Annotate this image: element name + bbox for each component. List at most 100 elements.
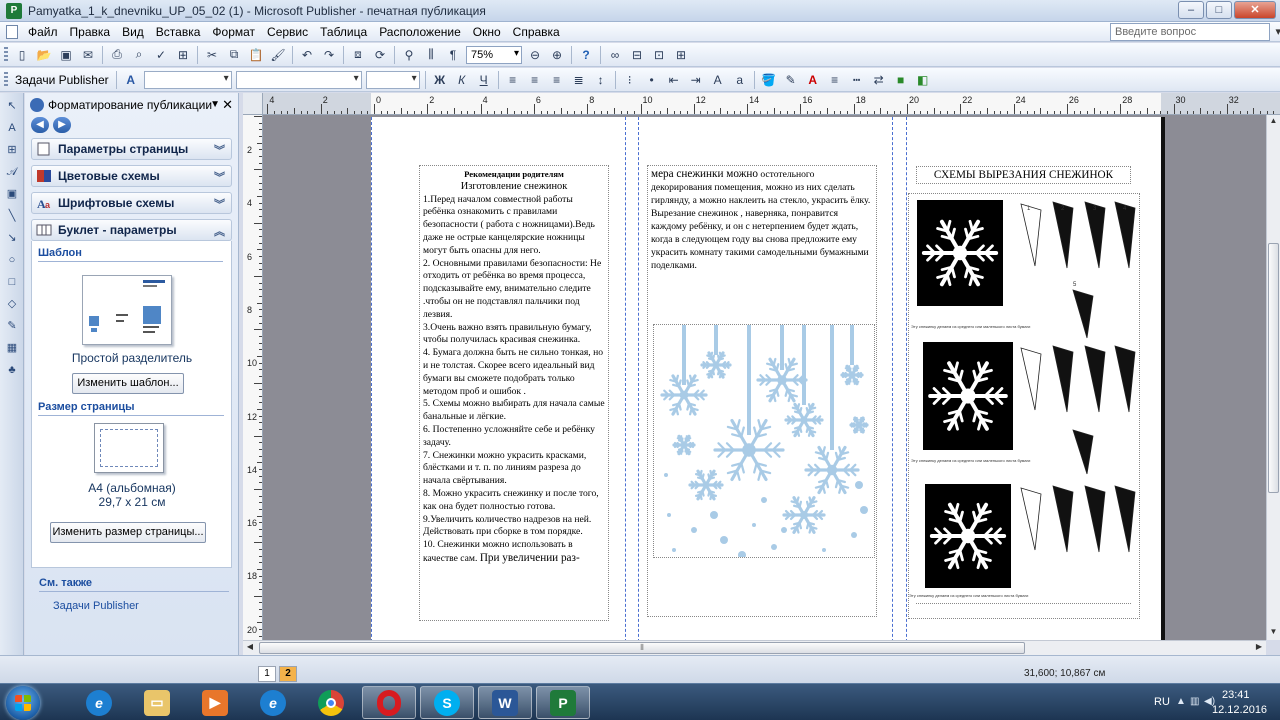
schemes-title-box[interactable]: СХЕМЫ ВЫРЕЗАНИЯ СНЕЖИНОК xyxy=(916,166,1131,184)
columns-icon[interactable]: ⫼ xyxy=(422,46,440,64)
section-color-schemes[interactable]: Цветовые схемы ︾ xyxy=(31,165,232,187)
increase-indent-icon[interactable]: ⇥ xyxy=(687,71,705,89)
rotate-icon[interactable]: ⟳ xyxy=(371,46,389,64)
menu-window[interactable]: Окно xyxy=(467,25,507,39)
publisher-icon[interactable]: P xyxy=(536,686,590,719)
page-2-tab[interactable]: 2 xyxy=(279,666,297,682)
toolbar-grip-2[interactable] xyxy=(4,71,8,88)
horizontal-ruler[interactable]: 4 2 0 2 4 6 8 10 12 14 16 18 20 22 24 26 28 30 32 xyxy=(263,93,1280,115)
decrease-indent-icon[interactable]: ⇤ xyxy=(665,71,683,89)
word-icon[interactable]: W xyxy=(478,686,532,719)
ie-icon-2[interactable]: e xyxy=(246,686,300,719)
section-page-options[interactable]: Параметры страницы ︾ xyxy=(31,138,232,160)
scroll-right-icon[interactable]: ▶ xyxy=(1253,642,1265,654)
copy-icon[interactable]: ⧉ xyxy=(225,46,243,64)
snowflakes-picture[interactable] xyxy=(653,324,875,558)
scroll-down-icon[interactable]: ▼ xyxy=(1268,627,1279,639)
align-left-icon[interactable]: ≡ xyxy=(504,71,522,89)
dash-style-icon[interactable]: ┅ xyxy=(848,71,866,89)
format-painter-icon[interactable]: 🖌 xyxy=(269,46,287,64)
publisher-tasks-link[interactable]: Задачи Publisher xyxy=(53,600,139,612)
link-icon[interactable]: ∞ xyxy=(606,46,624,64)
tray-arrow-icon[interactable]: ▲ xyxy=(1176,696,1186,707)
line-color-icon[interactable]: ✎ xyxy=(782,71,800,89)
arrow-icon[interactable]: ↘ xyxy=(3,229,21,247)
italic-icon[interactable]: К xyxy=(453,71,471,89)
bullets-icon[interactable]: • xyxy=(643,71,661,89)
cut-icon[interactable]: ✂ xyxy=(203,46,221,64)
oval-icon[interactable]: ○ xyxy=(3,251,21,269)
close-button[interactable]: ✕ xyxy=(1234,1,1276,19)
windows-start-icon[interactable] xyxy=(6,686,40,720)
wrap-icon[interactable]: ⊡ xyxy=(650,46,668,64)
bold-icon[interactable]: Ж xyxy=(431,71,449,89)
help-search-input[interactable]: Введите вопрос xyxy=(1110,23,1280,41)
section-booklet-options[interactable]: Буклет - параметры ︽ xyxy=(31,219,232,241)
font-grow-icon[interactable]: A xyxy=(709,71,727,89)
help-icon[interactable]: ? xyxy=(577,46,595,64)
menu-view[interactable]: Вид xyxy=(116,25,150,39)
font-color-icon[interactable]: A xyxy=(804,71,822,89)
ruler-corner[interactable] xyxy=(243,93,263,115)
font-shrink-icon[interactable]: a xyxy=(731,71,749,89)
opera-icon[interactable] xyxy=(362,686,416,719)
style-select[interactable] xyxy=(143,70,232,89)
schemes-footer-box[interactable] xyxy=(916,603,1131,617)
back-icon[interactable]: ◀ xyxy=(31,117,49,133)
content-library-icon[interactable]: ♣ xyxy=(3,361,21,379)
schemes-picture[interactable]: Эту снежинку делаем из среднего или мале… xyxy=(908,193,1140,619)
line-icon[interactable]: ╲ xyxy=(3,207,21,225)
forward-icon[interactable]: ▶ xyxy=(53,117,71,133)
autoshapes-icon[interactable]: ◇ xyxy=(3,295,21,313)
pilcrow-icon[interactable]: ¶ xyxy=(444,46,462,64)
bring-forward-icon[interactable]: ⧈ xyxy=(349,46,367,64)
scroll-up-icon[interactable]: ▲ xyxy=(1268,116,1279,128)
new-icon[interactable]: ▯ xyxy=(13,46,31,64)
vertical-ruler[interactable]: 2 4 6 8 10 12 14 16 18 20 xyxy=(243,115,263,640)
redo-icon[interactable]: ↷ xyxy=(320,46,338,64)
justify-icon[interactable]: ≣ xyxy=(570,71,588,89)
paste-icon[interactable]: 📋 xyxy=(247,46,265,64)
chrome-icon[interactable] xyxy=(304,686,358,719)
menu-tools[interactable]: Сервис xyxy=(261,25,314,39)
undo-icon[interactable]: ↶ xyxy=(298,46,316,64)
media-player-icon[interactable]: ▶ xyxy=(188,686,242,719)
object-icon[interactable]: ⊟ xyxy=(628,46,646,64)
clock-date[interactable]: 12.12.2016 xyxy=(1212,704,1267,716)
toolbar-grip[interactable] xyxy=(4,46,8,63)
arrow-style-icon[interactable]: ⇄ xyxy=(870,71,888,89)
font-size-select[interactable] xyxy=(365,70,420,89)
menu-edit[interactable]: Правка xyxy=(64,25,117,39)
maximize-button[interactable]: □ xyxy=(1206,1,1232,19)
task-pane-close-icon[interactable]: ✕ xyxy=(222,97,233,113)
zoom-in-icon[interactable]: ⊕ xyxy=(548,46,566,64)
publication-page[interactable]: Рекомендации родителям Изготовление снеж… xyxy=(371,117,1161,640)
print-preview-icon[interactable]: ⌕ xyxy=(130,46,148,64)
menu-arrange[interactable]: Расположение xyxy=(373,25,467,39)
menu-file[interactable]: Файл xyxy=(22,25,64,39)
vertical-scroll-thumb[interactable] xyxy=(1268,243,1279,493)
explorer-icon[interactable]: ▭ xyxy=(130,686,184,719)
publication-workspace[interactable]: Рекомендации родителям Изготовление снеж… xyxy=(263,115,1266,640)
menu-help[interactable]: Справка xyxy=(507,25,566,39)
line-style-icon[interactable]: ≡ xyxy=(826,71,844,89)
align-right-icon[interactable]: ≡ xyxy=(548,71,566,89)
picture-icon[interactable]: ▣ xyxy=(3,185,21,203)
3d-icon[interactable]: ◧ xyxy=(914,71,932,89)
page-1-tab[interactable]: 1 xyxy=(258,666,276,682)
underline-icon[interactable]: Ч xyxy=(475,71,493,89)
hotspot-icon[interactable]: ✎ xyxy=(3,317,21,335)
scroll-left-icon[interactable]: ◀ xyxy=(244,642,256,654)
network-icon[interactable]: ▥ xyxy=(1190,696,1199,707)
menu-insert[interactable]: Вставка xyxy=(150,25,207,39)
menu-table[interactable]: Таблица xyxy=(314,25,373,39)
research-icon[interactable]: ⊞ xyxy=(174,46,192,64)
fill-color-icon[interactable]: 🪣 xyxy=(760,71,778,89)
select-icon[interactable]: ↖ xyxy=(3,97,21,115)
menu-format[interactable]: Формат xyxy=(206,25,261,39)
shadow-icon[interactable]: ■ xyxy=(892,71,910,89)
document-icon[interactable] xyxy=(6,24,18,39)
recommendations-text-box[interactable]: Рекомендации родителям Изготовление снеж… xyxy=(419,165,609,621)
vertical-scrollbar[interactable]: ▲ ▼ xyxy=(1266,115,1280,640)
horizontal-scrollbar[interactable]: ◀ ⦀ ▶ xyxy=(243,640,1266,655)
